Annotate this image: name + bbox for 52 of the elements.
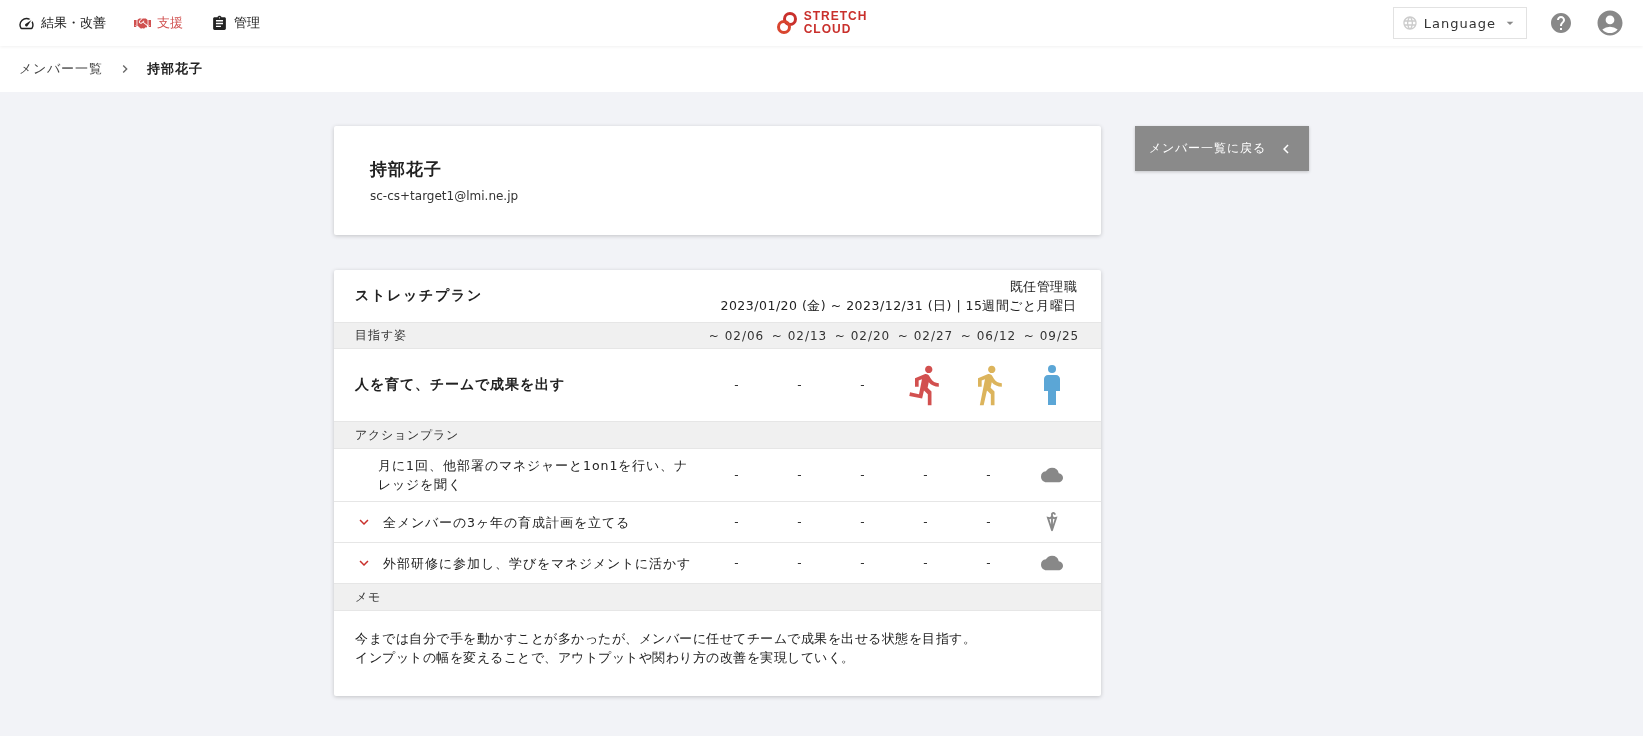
memo-text: インプットの幅を変えることで、アウトプットや関わり方の改善を実現していく。 bbox=[355, 649, 856, 667]
column-header: ~ 02/06 bbox=[707, 328, 766, 343]
action-text: 月に1回、他部署のマネジャーと1on1を行い、ナレッジを聞く bbox=[378, 457, 690, 494]
table-cell-text: - bbox=[985, 515, 992, 529]
action-text: 外部研修に参加し、学びをマネジメントに活かす bbox=[383, 554, 691, 573]
table-cell-text: - bbox=[859, 515, 866, 529]
table-cell-text: - bbox=[859, 556, 866, 570]
table-cell-text: - bbox=[859, 378, 866, 392]
table-cell-text: - bbox=[922, 468, 929, 482]
breadcrumb-current: 持部花子 bbox=[147, 60, 203, 78]
language-select[interactable]: Language bbox=[1392, 7, 1527, 39]
table-cell-text: - bbox=[733, 468, 740, 482]
section-label: 目指す姿 bbox=[355, 327, 408, 344]
nav-item[interactable]: 管理 bbox=[211, 14, 260, 32]
plan-role: 既任管理職 bbox=[1008, 278, 1077, 296]
nav-item[interactable]: 結果・改善 bbox=[18, 14, 106, 32]
table-cell-text: - bbox=[796, 556, 803, 570]
logo-text: CLOUD bbox=[803, 23, 853, 36]
section-label: アクションプラン bbox=[355, 426, 460, 444]
table-cell-text: - bbox=[922, 556, 929, 570]
table-cell-text: - bbox=[796, 515, 803, 529]
action-text: 全メンバーの3ヶ年の育成計画を立てる bbox=[383, 513, 630, 532]
plan-period: 2023/01/20 (金) ~ 2023/12/31 (日) | 15週間ごと月曜日 bbox=[720, 297, 1077, 315]
column-header: ~ 09/25 bbox=[1022, 328, 1081, 343]
plan-title: ストレッチプラン bbox=[355, 287, 483, 305]
nav-item[interactable]: 支援 bbox=[134, 14, 183, 32]
table-cell-text: - bbox=[796, 468, 803, 482]
goal-text: 人を育て、チームで成果を出す bbox=[355, 376, 566, 394]
column-header: ~ 02/27 bbox=[896, 328, 955, 343]
member-email: sc-cs+target1@lmi.ne.jp bbox=[370, 189, 520, 203]
member-name: 持部花子 bbox=[370, 158, 443, 181]
avatar-icon[interactable] bbox=[1595, 8, 1625, 38]
column-header: ~ 06/12 bbox=[959, 328, 1018, 343]
table-cell-text: - bbox=[985, 556, 992, 570]
table-cell-text: - bbox=[733, 515, 740, 529]
column-header: ~ 02/13 bbox=[770, 328, 829, 343]
logo-icon bbox=[775, 11, 798, 35]
memo-text: 今までは自分で手を動かすことが多かったが、メンバーに任せてチームで成果を出せる状態を目指す。 bbox=[355, 630, 977, 648]
table-cell-text: - bbox=[733, 556, 740, 570]
logo[interactable]: STRETCH CLOUD bbox=[775, 10, 868, 36]
logo-text: STRETCH bbox=[803, 10, 868, 23]
table-cell-text: - bbox=[859, 468, 866, 482]
table-cell-text: - bbox=[733, 378, 740, 392]
table-cell-text: - bbox=[985, 468, 992, 482]
section-label: メモ bbox=[355, 588, 382, 606]
breadcrumb-link[interactable]: メンバー一覧 bbox=[19, 60, 103, 78]
clipboard-icon bbox=[211, 14, 228, 32]
table-cell-text: - bbox=[796, 378, 803, 392]
globe-icon bbox=[1401, 15, 1418, 31]
column-header: ~ 02/20 bbox=[833, 328, 892, 343]
table-cell-text: - bbox=[922, 515, 929, 529]
help-icon[interactable] bbox=[1549, 11, 1573, 35]
